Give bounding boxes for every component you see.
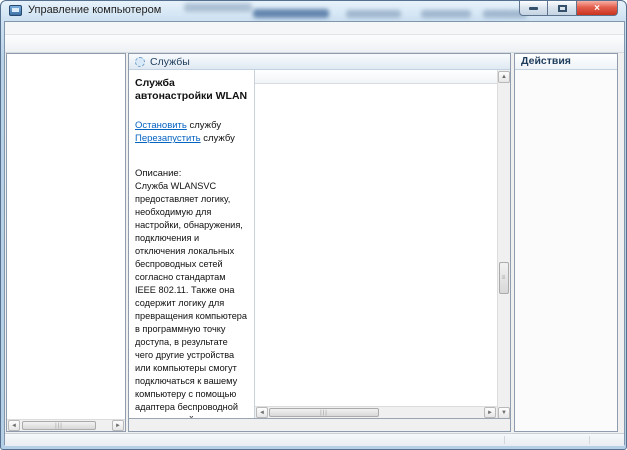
computer-management-window: Управление компьютером × ◄ ||| ► bbox=[0, 0, 627, 450]
view-tabs bbox=[129, 418, 510, 431]
actions-title: Действия bbox=[515, 54, 617, 70]
description-label: Описание: bbox=[135, 167, 248, 180]
status-bar bbox=[5, 433, 624, 446]
service-description: Служба WLANSVC предоставляет логику, нео… bbox=[135, 180, 248, 418]
scroll-thumb[interactable]: ||| bbox=[269, 408, 379, 417]
extended-detail-pane: Служба автонастройки WLAN Остановить слу… bbox=[129, 70, 255, 418]
scroll-right-arrow[interactable]: ► bbox=[112, 420, 124, 431]
minimize-button[interactable] bbox=[519, 1, 548, 16]
menu-bar bbox=[5, 22, 624, 35]
services-list bbox=[255, 84, 497, 406]
app-icon bbox=[9, 5, 22, 16]
stop-link-suffix: службу bbox=[187, 120, 221, 131]
minimize-icon bbox=[529, 7, 538, 10]
list-header bbox=[255, 70, 510, 84]
list-vertical-scrollbar[interactable]: ▲ ≡ ▼ bbox=[497, 70, 510, 418]
stop-service-link[interactable]: Остановить bbox=[135, 120, 187, 131]
services-gear-icon bbox=[135, 57, 145, 67]
censor-blur bbox=[421, 10, 471, 18]
titlebar: Управление компьютером × bbox=[1, 1, 626, 21]
toolbar bbox=[5, 35, 624, 53]
scroll-down-arrow[interactable]: ▼ bbox=[498, 407, 510, 418]
services-view-panel: Службы Служба автонастройки WLAN Останов… bbox=[128, 53, 511, 432]
selected-service-title: Служба автонастройки WLAN bbox=[135, 77, 248, 103]
window-controls: × bbox=[519, 1, 618, 16]
list-horizontal-scrollbar[interactable]: ◄ ||| ► bbox=[255, 406, 497, 418]
scroll-up-arrow[interactable]: ▲ bbox=[498, 71, 510, 83]
maximize-button[interactable] bbox=[548, 1, 576, 16]
scroll-thumb[interactable]: ≡ bbox=[499, 262, 509, 294]
restart-service-link[interactable]: Перезапустить bbox=[135, 133, 201, 144]
close-icon: × bbox=[594, 3, 600, 14]
services-list-pane: ▲ ≡ ▼ ◄ ||| ► bbox=[255, 70, 510, 418]
tree-horizontal-scrollbar[interactable]: ◄ ||| ► bbox=[7, 419, 125, 431]
censor-blur bbox=[184, 3, 252, 12]
status-separator bbox=[589, 436, 590, 444]
status-separator bbox=[504, 436, 505, 444]
censor-blur bbox=[346, 10, 401, 18]
close-button[interactable]: × bbox=[576, 1, 618, 16]
window-title: Управление компьютером bbox=[28, 4, 161, 16]
thumb-grip: ||| bbox=[320, 410, 328, 416]
main-area: ◄ ||| ► Службы Служба автонастройки WLAN… bbox=[5, 53, 624, 433]
maximize-icon bbox=[558, 5, 567, 12]
thumb-grip: ≡ bbox=[502, 275, 507, 281]
scroll-left-arrow[interactable]: ◄ bbox=[8, 420, 20, 431]
thumb-grip: ||| bbox=[55, 423, 63, 429]
console-tree-panel: ◄ ||| ► bbox=[6, 53, 126, 432]
view-header-label: Службы bbox=[150, 56, 190, 68]
view-header: Службы bbox=[129, 54, 510, 70]
scroll-right-arrow[interactable]: ► bbox=[484, 407, 496, 418]
window-content: ◄ ||| ► Службы Служба автонастройки WLAN… bbox=[4, 21, 625, 445]
actions-panel: Действия bbox=[514, 53, 618, 432]
scroll-thumb[interactable]: ||| bbox=[22, 421, 96, 430]
restart-link-suffix: службу bbox=[201, 133, 235, 144]
censor-blur bbox=[253, 9, 329, 18]
scroll-left-arrow[interactable]: ◄ bbox=[256, 407, 268, 418]
